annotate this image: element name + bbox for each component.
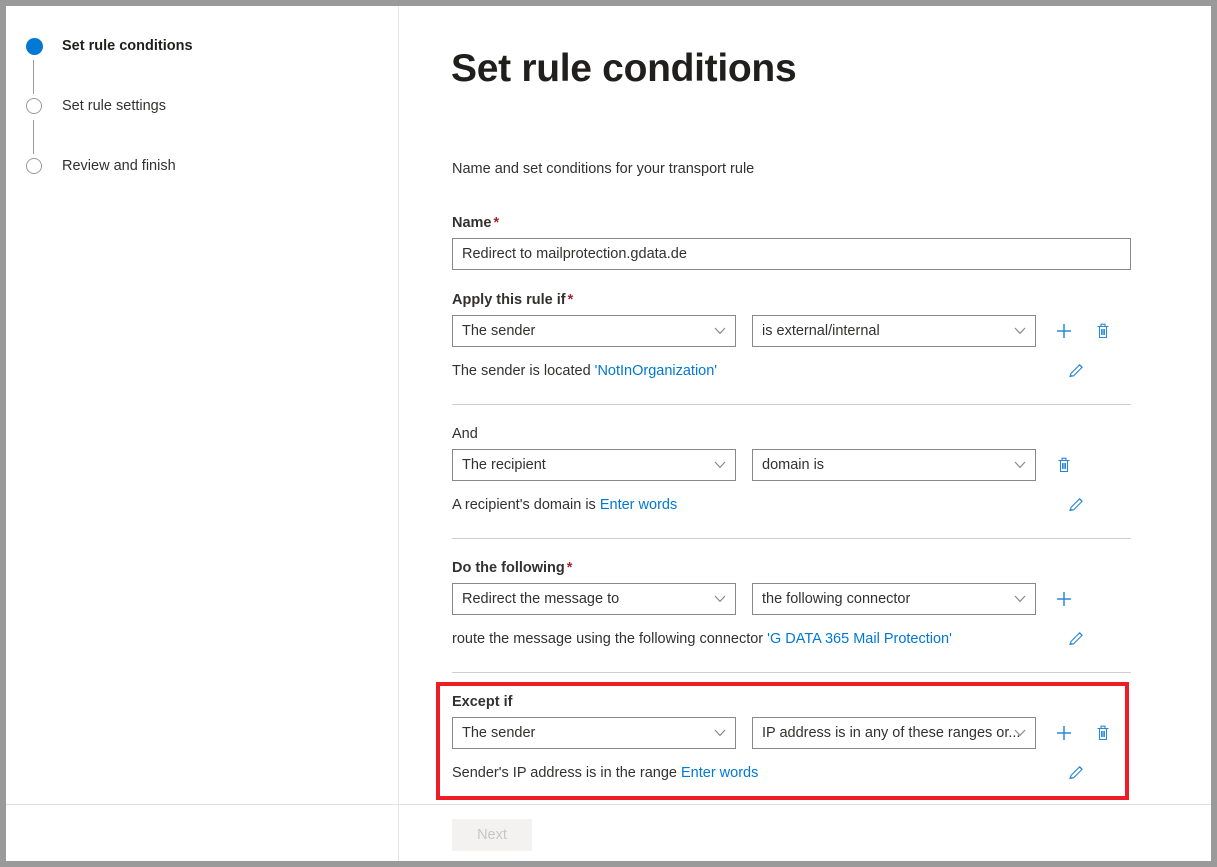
condition-predicate-select-2[interactable]: domain is: [752, 449, 1036, 481]
action-subject-select-3[interactable]: Redirect the message to: [452, 583, 736, 615]
add-action-button-3[interactable]: [1053, 588, 1075, 610]
select-value: The sender: [462, 323, 536, 339]
select-value: is external/internal: [762, 323, 880, 339]
sidebar-step-set-rule-conditions[interactable]: Set rule conditions: [22, 34, 193, 94]
sidebar-step-review-and-finish[interactable]: Review and finish: [22, 154, 193, 214]
edit-condition-button-1[interactable]: [1065, 359, 1087, 381]
action-value-link[interactable]: 'G DATA 365 Mail Protection': [767, 631, 952, 647]
condition-description-1: The sender is located 'NotInOrganization…: [452, 361, 1131, 383]
desc-prefix: The sender is located: [452, 363, 595, 379]
action-predicate-select-3[interactable]: the following connector: [752, 583, 1036, 615]
section-label-text: Do the following: [452, 560, 565, 576]
section-divider-2: [452, 538, 1131, 539]
section-divider-3: [452, 672, 1131, 673]
step-connector-line: [33, 60, 35, 94]
condition-group-and: And The recipient domain is A recipient'…: [452, 426, 1131, 517]
section-divider-1: [452, 404, 1131, 405]
chevron-down-icon: [714, 457, 726, 473]
chevron-down-icon: [714, 323, 726, 339]
condition-row: The sender IP address is in any of these…: [452, 717, 1131, 749]
select-value: domain is: [762, 457, 825, 473]
condition-row: The sender is external/internal: [452, 315, 1131, 347]
page-subtitle: Name and set conditions for your transpo…: [452, 161, 755, 177]
step-marker-active: [22, 34, 46, 94]
step-label: Review and finish: [62, 158, 176, 174]
exception-predicate-select-4[interactable]: IP address is in any of these ranges or.…: [752, 717, 1036, 749]
condition-value-link[interactable]: Enter words: [600, 497, 677, 513]
step-label: Set rule conditions: [62, 38, 193, 54]
condition-row: The recipient domain is: [452, 449, 1131, 481]
required-asterisk: *: [493, 215, 500, 231]
action-description-3: route the message using the following co…: [452, 629, 1131, 651]
condition-subject-select-2[interactable]: The recipient: [452, 449, 736, 481]
name-label-text: Name: [452, 215, 492, 231]
required-asterisk: *: [566, 560, 573, 576]
delete-condition-button-2[interactable]: [1053, 454, 1075, 476]
step-circle-outline-icon: [26, 98, 42, 114]
condition-group-apply-this-rule-if: Apply this rule if * The sender is extern…: [452, 292, 1131, 383]
step-circle-outline-icon: [26, 158, 42, 174]
chevron-down-icon: [714, 591, 726, 607]
chevron-down-icon: [1014, 323, 1026, 339]
wizard-main-panel: Set rule conditions Name and set conditi…: [400, 6, 1211, 861]
select-value: The recipient: [462, 457, 546, 473]
exception-description-4: Sender's IP address is in the range Ente…: [452, 763, 1131, 785]
section-label-text: Except if: [452, 694, 513, 710]
step-label: Set rule settings: [62, 98, 166, 114]
select-value: the following connector: [762, 591, 911, 607]
section-label-text: And: [452, 426, 478, 442]
condition-row: Redirect the message to the following co…: [452, 583, 1131, 615]
wizard-footer: Next: [400, 804, 1211, 861]
rule-name-input[interactable]: [452, 238, 1131, 270]
condition-description-2: A recipient's domain is Enter words: [452, 495, 1131, 517]
condition-group-do-the-following: Do the following * Redirect the message t…: [452, 560, 1131, 651]
condition-group-except-if: Except if The sender IP address is in an…: [452, 694, 1131, 785]
section-label-do-the-following: Do the following *: [452, 560, 1131, 576]
section-label-apply-this-rule-if: Apply this rule if *: [452, 292, 1131, 308]
condition-value-link[interactable]: 'NotInOrganization': [595, 363, 717, 379]
step-marker-idle: [22, 94, 46, 154]
wizard-window: Set rule conditions Set rule settings Re…: [6, 6, 1211, 861]
exception-subject-select-4[interactable]: The sender: [452, 717, 736, 749]
step-circle-filled-icon: [25, 37, 43, 55]
wizard-stepper: Set rule conditions Set rule settings Re…: [22, 34, 193, 214]
select-value: IP address is in any of these ranges or.…: [762, 725, 1021, 741]
wizard-sidebar: Set rule conditions Set rule settings Re…: [6, 6, 399, 861]
section-label-and: And: [452, 426, 1131, 442]
footer-divider-left: [6, 804, 400, 805]
condition-description-text: A recipient's domain is Enter words: [452, 495, 677, 515]
next-button[interactable]: Next: [452, 819, 532, 851]
desc-prefix: A recipient's domain is: [452, 497, 600, 513]
section-label-except-if: Except if: [452, 694, 1131, 710]
select-value: The sender: [462, 725, 536, 741]
exception-description-text: Sender's IP address is in the range Ente…: [452, 763, 758, 783]
edit-action-button-3[interactable]: [1065, 627, 1087, 649]
chevron-down-icon: [1014, 457, 1026, 473]
exception-value-link[interactable]: Enter words: [681, 765, 758, 781]
add-condition-button-1[interactable]: [1053, 320, 1075, 342]
delete-exception-button-4[interactable]: [1092, 722, 1114, 744]
add-exception-button-4[interactable]: [1053, 722, 1075, 744]
main-scroll-area: Set rule conditions Name and set conditi…: [400, 6, 1211, 803]
chevron-down-icon: [714, 725, 726, 741]
edit-exception-button-4[interactable]: [1065, 761, 1087, 783]
desc-prefix: Sender's IP address is in the range: [452, 765, 681, 781]
chevron-down-icon: [1014, 591, 1026, 607]
section-label-text: Apply this rule if: [452, 292, 566, 308]
sidebar-step-set-rule-settings[interactable]: Set rule settings: [22, 94, 193, 154]
select-value: Redirect the message to: [462, 591, 620, 607]
step-marker-idle: [22, 154, 46, 178]
page-title: Set rule conditions: [451, 47, 797, 90]
name-field-group: Name *: [452, 215, 1131, 270]
edit-condition-button-2[interactable]: [1065, 493, 1087, 515]
action-description-text: route the message using the following co…: [452, 629, 952, 649]
name-field-label: Name *: [452, 215, 1131, 231]
delete-condition-button-1[interactable]: [1092, 320, 1114, 342]
desc-prefix: route the message using the following co…: [452, 631, 768, 647]
step-connector-line: [33, 120, 35, 154]
condition-predicate-select-1[interactable]: is external/internal: [752, 315, 1036, 347]
condition-subject-select-1[interactable]: The sender: [452, 315, 736, 347]
required-asterisk: *: [567, 292, 574, 308]
condition-description-text: The sender is located 'NotInOrganization…: [452, 361, 717, 381]
